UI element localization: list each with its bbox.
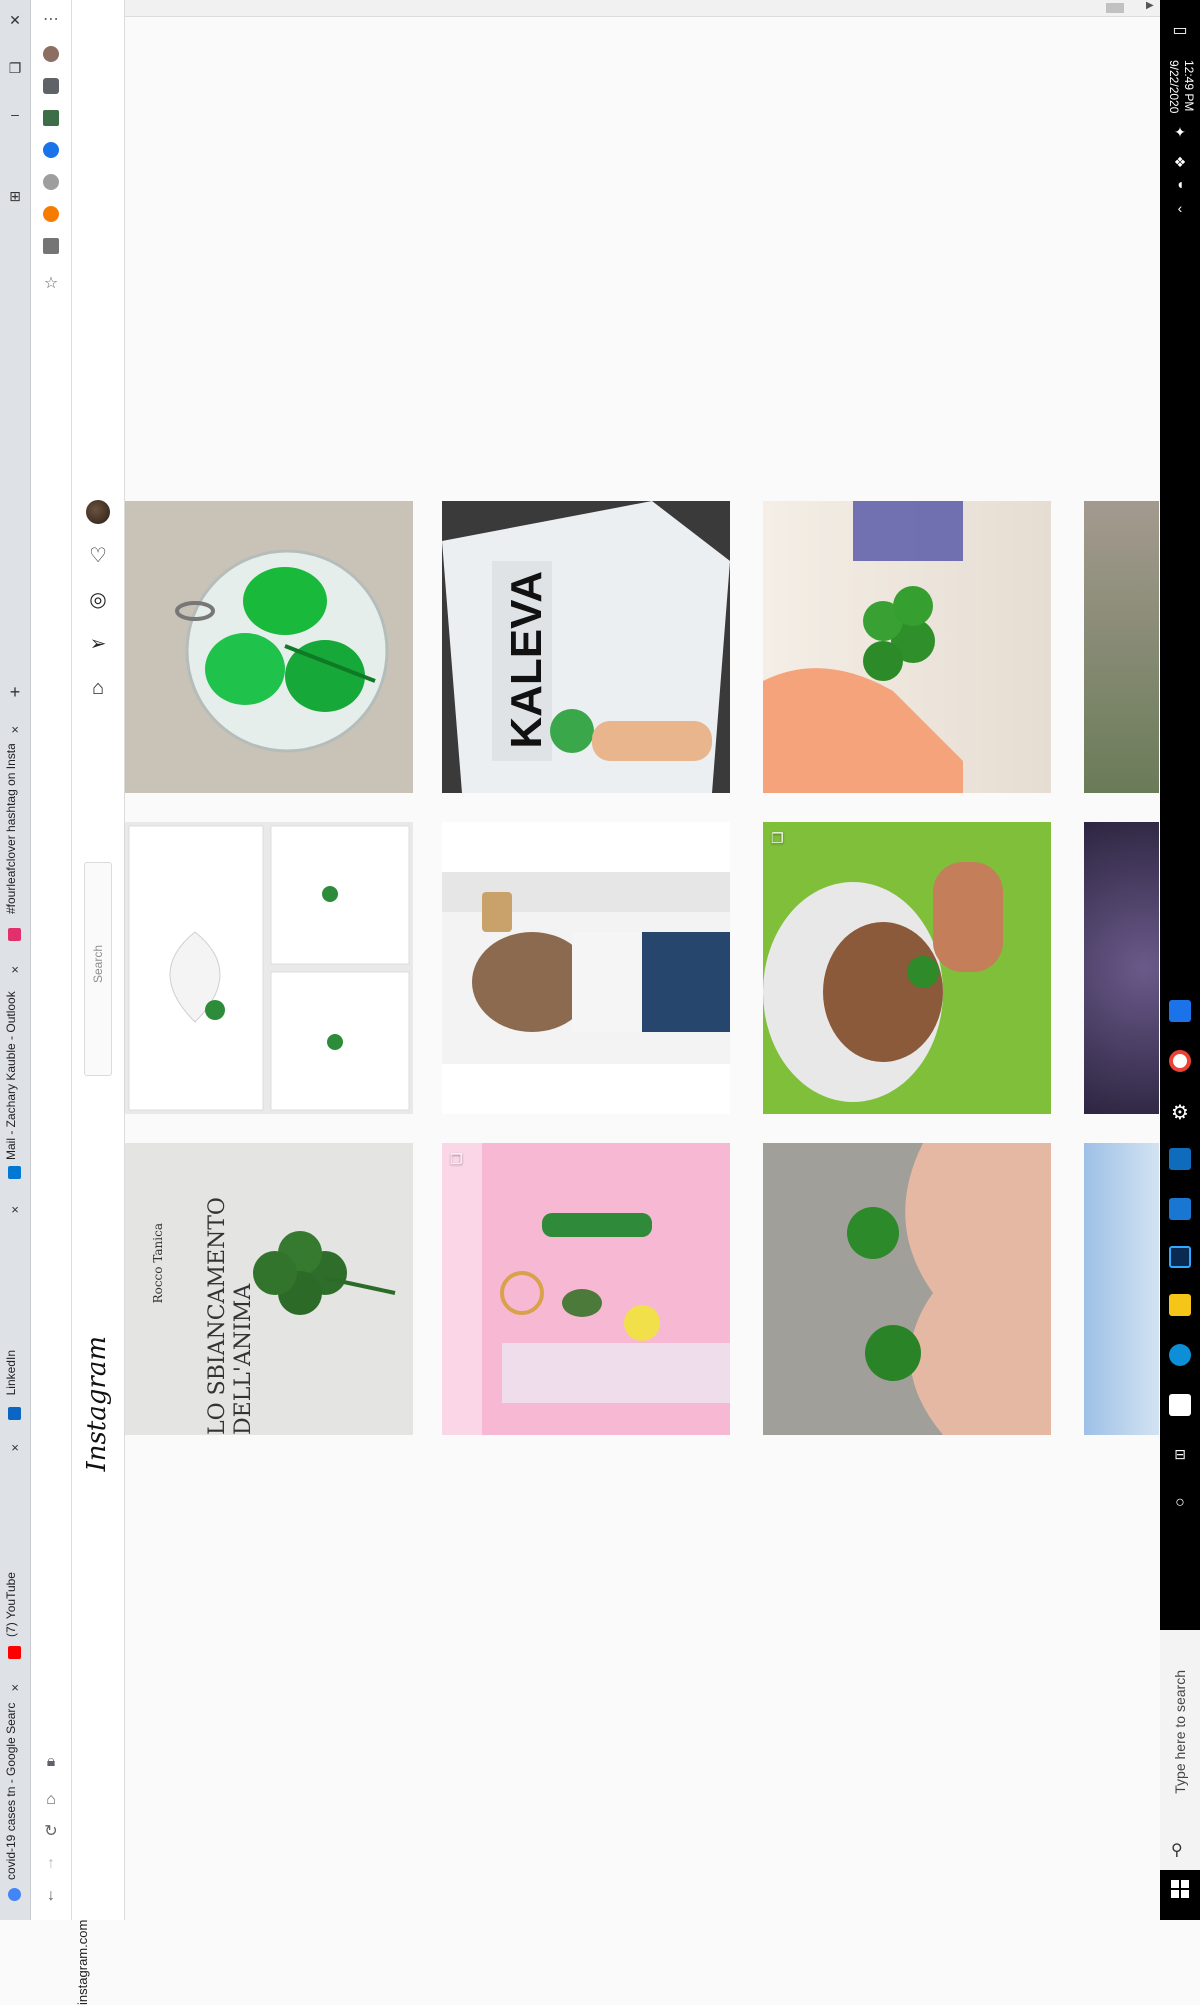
taskbar-app-icon[interactable]	[1169, 1148, 1191, 1170]
tab-instagram[interactable]: #fourleafclover hashtag on Insta	[4, 744, 18, 914]
file-explorer-icon[interactable]	[1169, 1294, 1191, 1316]
tab-linkedin[interactable]: LinkedIn	[4, 1350, 18, 1395]
tab-close-icon[interactable]: ×	[8, 962, 22, 977]
show-hidden-icons-icon[interactable]: ‹	[1170, 200, 1190, 220]
scrollbar-thumb[interactable]	[1106, 3, 1124, 13]
youtube-favicon-icon	[8, 1646, 21, 1659]
volume-icon[interactable]: ◖	[1170, 176, 1190, 196]
store-icon[interactable]	[1169, 1394, 1191, 1416]
extension-icon[interactable]	[43, 142, 59, 158]
home-icon[interactable]: ⌂	[41, 1790, 61, 1810]
post-tile[interactable]	[1084, 501, 1159, 793]
post-tile[interactable]	[125, 822, 413, 1114]
menu-icon[interactable]: ⋯	[41, 10, 61, 30]
clock-date: 9/22/2020	[1167, 60, 1181, 114]
post-image	[442, 1143, 730, 1435]
close-window-icon[interactable]: ✕	[6, 12, 24, 29]
post-tile[interactable]	[125, 501, 413, 793]
edge-icon[interactable]	[1169, 1344, 1191, 1366]
vscode-icon[interactable]	[1169, 1198, 1191, 1220]
restore-window-icon[interactable]: ❐	[6, 60, 24, 77]
multiple-photos-icon: ❐	[771, 830, 784, 846]
back-icon[interactable]: ↓	[41, 1886, 61, 1906]
post-image	[175, 549, 389, 753]
activity-heart-icon[interactable]: ♡	[86, 544, 110, 568]
post-tile[interactable]: KALEVA	[442, 501, 730, 793]
taskbar-app-icon[interactable]	[1169, 1000, 1191, 1022]
clock-time: 12:49 PM	[1182, 60, 1196, 112]
extension-icon[interactable]	[43, 206, 59, 222]
extension-icon[interactable]	[43, 110, 59, 126]
post-image	[763, 1143, 1051, 1435]
search-icon: ⚲	[1171, 1842, 1183, 1859]
home-icon[interactable]: ⌂	[86, 676, 110, 700]
send-icon[interactable]: ➢	[86, 632, 110, 656]
browser-tab-strip: ✕ ❐ – ⊞ + × #fourleafclover hashtag on I…	[0, 0, 31, 1920]
browser-toolbar: ⋯ ☆ instagram.com/explore/tags/fourleafc…	[31, 0, 90, 2005]
extension-icon[interactable]	[43, 238, 59, 254]
post-tile[interactable]: ❐	[763, 822, 1051, 1114]
tab-close-icon[interactable]: ×	[8, 722, 22, 737]
linkedin-favicon-icon	[8, 1407, 21, 1420]
post-tile[interactable]	[763, 501, 1051, 793]
lock-icon[interactable]: 🔒︎	[41, 1752, 61, 1772]
post-tile[interactable]	[1084, 822, 1159, 1114]
extensions-puzzle-icon[interactable]	[43, 78, 59, 94]
tab-google-search[interactable]: covid-19 cases tn - Google Searc	[4, 1700, 18, 1880]
outlook-favicon-icon	[8, 1166, 21, 1179]
chrome-icon[interactable]	[1169, 1050, 1191, 1072]
tab-close-icon[interactable]: ×	[8, 1202, 22, 1217]
horizontal-scrollbar[interactable]: ◀ ▶	[72, 0, 1160, 17]
post-image	[763, 501, 963, 793]
bookmark-star-icon[interactable]: ☆	[41, 274, 61, 294]
book-author: Rocco Tanica	[151, 1223, 165, 1304]
new-tab-button[interactable]: +	[6, 682, 24, 703]
post-image	[442, 501, 730, 793]
search-placeholder: Search	[91, 945, 105, 984]
dropbox-icon[interactable]: ❖	[1170, 154, 1190, 174]
newspaper-title: KALEVA	[502, 571, 551, 749]
forward-icon[interactable]: ↑	[41, 1854, 61, 1874]
taskbar-search-box[interactable]: Type here to search ⚲	[1160, 1630, 1200, 1870]
profile-avatar[interactable]	[43, 46, 59, 62]
reload-icon[interactable]: ↻	[41, 1822, 61, 1842]
tab-close-icon[interactable]: ×	[8, 1440, 22, 1455]
post-tile[interactable]: ❐	[442, 1143, 730, 1435]
profile-avatar[interactable]	[86, 500, 110, 524]
tab-close-icon[interactable]: ×	[8, 1680, 22, 1695]
post-tile[interactable]: LO SBIANCAMENTO DELL'ANIMA Rocco Tanica	[125, 1143, 413, 1435]
taskbar-search-placeholder: Type here to search	[1172, 1670, 1188, 1794]
tab-outlook[interactable]: Mail - Zachary Kauble - Outlook	[4, 990, 18, 1160]
tab-youtube[interactable]: (7) YouTube	[4, 1572, 18, 1637]
post-tile[interactable]	[763, 1143, 1051, 1435]
network-icon[interactable]: ✦	[1170, 124, 1190, 144]
taskbar-clock[interactable]: 12:49 PM 9/22/2020	[1166, 60, 1196, 113]
search-input[interactable]: Search	[84, 862, 112, 1076]
book-title: LO SBIANCAMENTO DELL'ANIMA	[205, 1197, 256, 1435]
notifications-icon[interactable]: ▭	[1170, 20, 1190, 40]
extension-icon[interactable]	[43, 174, 59, 190]
post-image	[128, 825, 410, 1111]
google-favicon-icon	[8, 1888, 21, 1901]
scroll-right-icon[interactable]: ▶	[1146, 0, 1154, 11]
minimize-window-icon[interactable]: –	[6, 106, 24, 122]
photoshop-icon[interactable]	[1169, 1246, 1191, 1268]
instagram-logo[interactable]: Instagram	[82, 1336, 112, 1472]
tab-search-icon[interactable]: ⊞	[6, 188, 24, 205]
post-tile[interactable]	[1084, 1143, 1159, 1435]
windows-taskbar: ▭ 12:49 PM 9/22/2020 ✦ ❖ ◖ ‹ ⚙ ⊟ ○ Type …	[1160, 0, 1200, 1920]
instagram-nav: ♡ ◎ ➢ ⌂ Search Instagram	[72, 0, 125, 1920]
post-image	[253, 1231, 396, 1315]
multiple-photos-icon: ❐	[450, 1151, 463, 1167]
task-view-icon[interactable]: ⊟	[1170, 1446, 1190, 1466]
instagram-favicon-icon	[8, 928, 21, 941]
post-image	[442, 872, 730, 1064]
settings-gear-icon[interactable]: ⚙	[1170, 1100, 1190, 1124]
cortana-icon[interactable]: ○	[1170, 1494, 1190, 1514]
explore-icon[interactable]: ◎	[86, 588, 110, 612]
post-image	[763, 822, 1051, 1114]
post-tile[interactable]	[442, 822, 730, 1114]
start-windows-icon[interactable]	[1171, 1880, 1189, 1898]
